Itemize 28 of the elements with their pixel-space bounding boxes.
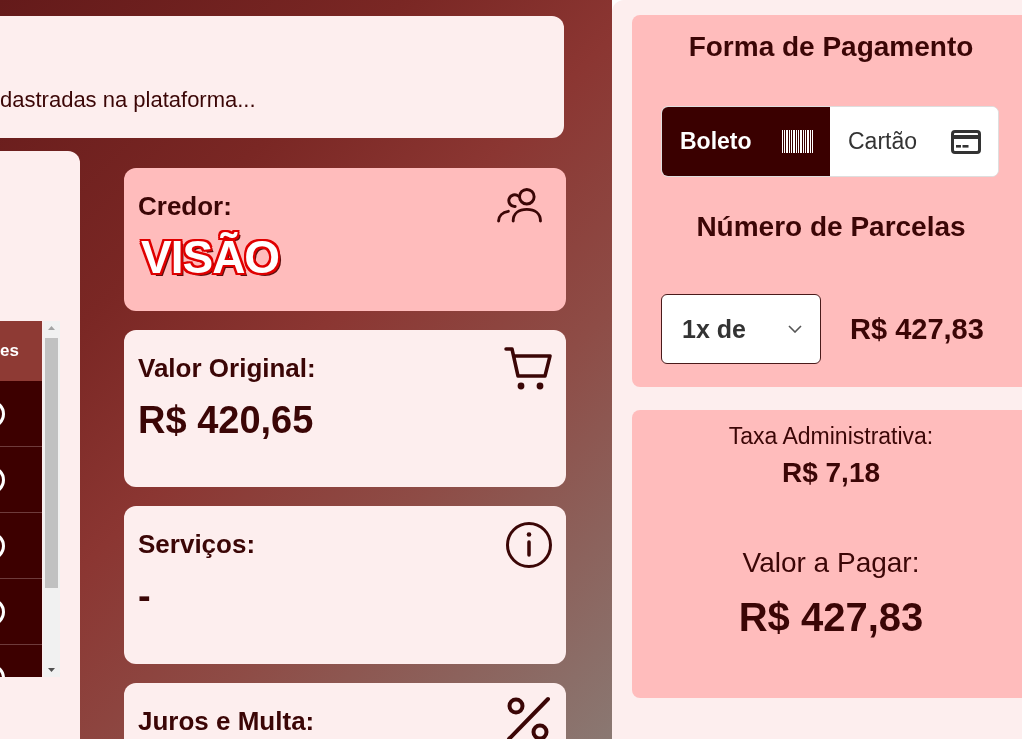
percent-icon xyxy=(504,695,552,739)
barcode-icon xyxy=(782,130,813,153)
card-value: - xyxy=(138,574,151,618)
payment-method-tab[interactable]: Boleto xyxy=(662,107,830,176)
total-label: Valor a Pagar: xyxy=(742,546,920,580)
fee-value: R$ 7,18 xyxy=(781,456,881,490)
installment-amount: R$ 427,83 xyxy=(850,312,984,346)
group-icon xyxy=(495,187,545,224)
chevron-down-icon xyxy=(788,325,802,333)
notice-text: dastradas na plataforma... xyxy=(0,87,256,113)
column-header: es xyxy=(0,321,42,381)
total-value: R$ 427,83 xyxy=(738,594,924,641)
installments-select[interactable]: 1x de xyxy=(661,294,821,364)
card-label: Serviços: xyxy=(138,529,256,559)
section-title: Número de Parcelas xyxy=(696,210,966,244)
creditor-logo: VISÃO xyxy=(141,231,280,283)
card-label: Juros e Multa: xyxy=(138,706,315,736)
scroll-up-icon xyxy=(48,326,55,330)
card-value: R$ 420,65 xyxy=(138,398,314,442)
section-title: Forma de Pagamento xyxy=(688,30,974,64)
scroll-down-icon xyxy=(48,668,55,672)
card-label: Credor: xyxy=(138,191,232,221)
card-label: Valor Original: xyxy=(138,353,316,383)
credit-card-icon xyxy=(951,129,981,154)
fee-label: Taxa Administrativa: xyxy=(728,422,934,450)
scrollbar-thumb[interactable] xyxy=(45,338,58,588)
cart-icon xyxy=(504,346,552,390)
info-icon xyxy=(506,522,552,568)
